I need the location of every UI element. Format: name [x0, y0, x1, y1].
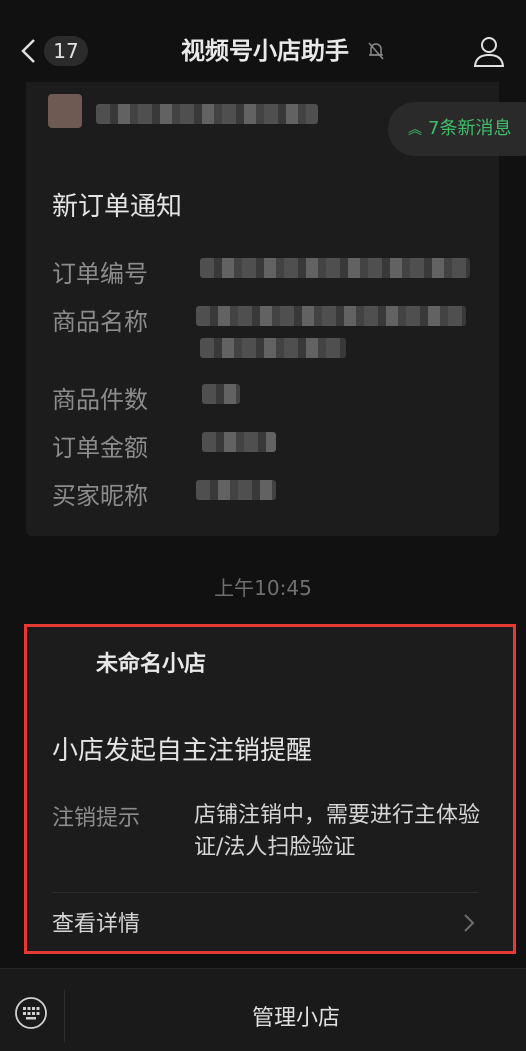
double-chevron-up-icon: ︽ [408, 122, 422, 138]
order-card-title: 新订单通知 [52, 192, 183, 222]
new-messages-label: 7条新消息 [428, 118, 512, 139]
order-number-label: 订单编号 [52, 260, 148, 288]
buyer-nickname-label: 买家昵称 [52, 482, 148, 510]
back-chevron-icon[interactable] [18, 36, 40, 66]
product-name-label: 商品名称 [52, 308, 148, 336]
blurred-quantity [202, 384, 240, 404]
bottom-bar-separator [64, 990, 65, 1042]
order-amount-label: 订单金额 [52, 434, 148, 462]
manage-shop-menu[interactable]: 管理小店 [66, 1000, 526, 1032]
keyboard-icon[interactable] [14, 996, 48, 1030]
chat-title: 视频号小店助手 [181, 37, 349, 65]
mute-bell-icon [368, 42, 384, 60]
product-quantity-label: 商品件数 [52, 386, 148, 414]
person-icon[interactable] [472, 34, 506, 68]
blurred-amount [202, 432, 276, 452]
new-messages-button[interactable]: ︽ 7条新消息 [388, 102, 526, 156]
blurred-product-name-line1 [196, 306, 466, 326]
blurred-order-number [200, 258, 470, 278]
blurred-avatar [48, 94, 82, 128]
blurred-sender [96, 104, 318, 124]
message-timestamp: 上午10:45 [214, 576, 312, 600]
blurred-nickname [196, 480, 276, 500]
blurred-product-name-line2 [200, 338, 346, 358]
unread-count-badge[interactable]: 17 [44, 36, 88, 66]
highlight-box [24, 624, 516, 954]
